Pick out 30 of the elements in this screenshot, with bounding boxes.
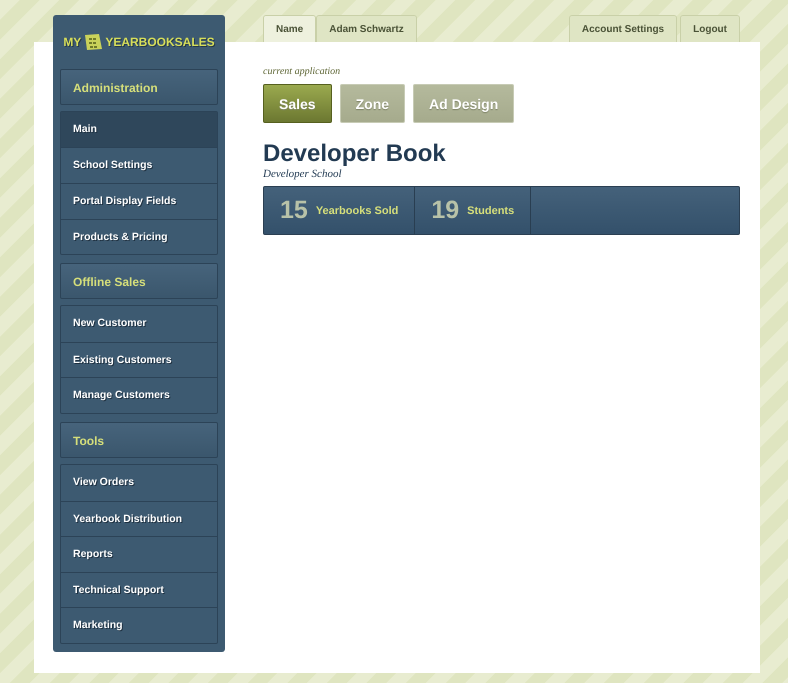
menu-item[interactable]: School Settings [61,147,217,184]
stat-value: 15 [280,196,308,225]
menu-item[interactable]: Products & Pricing [61,218,217,254]
app-button[interactable]: Sales [263,84,332,123]
logo-text: YEARBOOKSALES [105,34,215,49]
section-header[interactable]: Tools [60,422,218,458]
menu-item[interactable]: Main [61,112,217,148]
book-icon [83,32,104,51]
account-tab[interactable]: Logout [680,15,740,42]
user-tab[interactable]: Name [263,15,316,42]
app-label: current application [263,66,342,77]
account-tab[interactable]: Account Settings [568,15,678,42]
menu-item[interactable]: Yearbook Distribution [61,500,217,536]
logo-text: MY [63,34,82,49]
section-header[interactable]: Administration [60,68,218,105]
stat-label: Students [467,204,514,216]
stat-label: Yearbooks Sold [316,204,398,216]
menu-item[interactable]: Existing Customers [61,342,217,378]
menu-item[interactable]: Technical Support [61,572,217,608]
school-name: Developer School [263,168,342,180]
menu-item[interactable]: Portal Display Fields [61,183,217,219]
menu-item[interactable]: New Customer [61,306,217,342]
user-tab[interactable]: Adam Schwartz [316,15,417,42]
menu-item[interactable]: Reports [61,536,217,572]
menu-item[interactable]: Marketing [61,607,217,643]
stat-value: 19 [431,196,460,225]
menu-item[interactable]: Manage Customers [61,377,217,414]
section-header[interactable]: Offline Sales [60,263,218,300]
menu-item[interactable]: View Orders [61,465,217,501]
book-title: Developer Book [263,140,447,168]
